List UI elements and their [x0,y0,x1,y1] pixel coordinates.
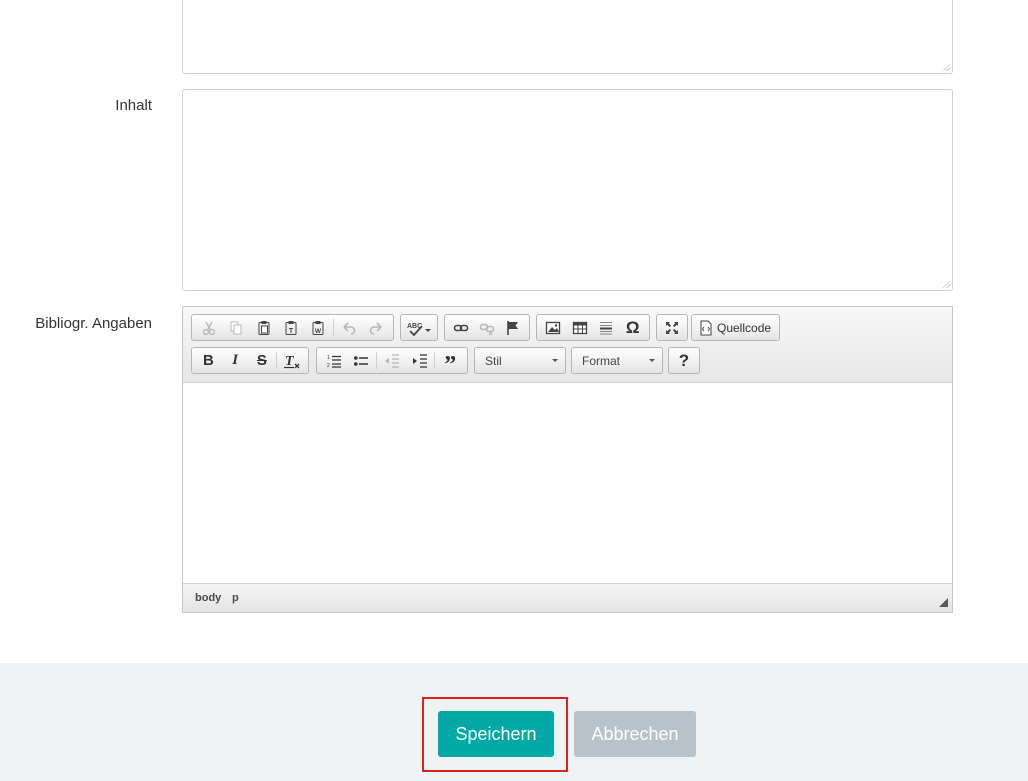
editor-resize-icon[interactable] [939,598,948,607]
blockquote-icon[interactable]: ” [436,348,464,378]
toolbar-separator [333,319,335,336]
insert-toolbar-group: Ω [536,314,650,341]
maximize-toolbar-group [656,314,688,341]
source-toolbar-group: Quellcode [691,314,780,341]
style-dropdown[interactable]: Stil [474,347,566,374]
link-icon[interactable] [448,315,474,340]
paragraph-toolbar-group: 12 ” [316,347,468,378]
maximize-icon[interactable] [658,315,686,340]
italic-icon[interactable]: I [222,348,249,373]
rich-text-editor: T W ABC Ω Quellcode B I S T 1 2 ” Stil F… [182,306,953,613]
inhalt-label: Inhalt [115,97,152,114]
svg-text:2: 2 [327,363,330,369]
svg-text:T: T [289,328,294,335]
save-button[interactable]: Speichern [438,711,554,757]
remove-format-icon[interactable]: T [278,348,305,373]
inhalt-textarea[interactable] [182,89,953,291]
style-dropdown-label: Stil [485,353,502,368]
clipboard-toolbar-group: T W [191,314,394,341]
top-textarea[interactable] [182,0,953,74]
bold-icon[interactable]: B [195,348,222,373]
unlink-icon[interactable] [474,315,500,340]
help-toolbar-group: ? [668,347,700,374]
editor-content-area[interactable] [183,383,952,583]
numbered-list-icon[interactable]: 12 [320,348,348,373]
source-button[interactable]: Quellcode [694,315,777,340]
paste-icon[interactable] [250,315,277,340]
table-icon[interactable] [567,315,594,340]
chevron-down-icon [649,359,655,362]
image-icon[interactable] [540,315,567,340]
horizontal-rule-icon[interactable] [593,315,620,340]
toolbar-separator [376,352,378,369]
chevron-down-icon [552,359,558,362]
source-icon [700,320,712,335]
bibliogr-label: Bibliogr. Angaben [35,315,152,332]
special-char-icon[interactable]: Ω [620,315,647,340]
svg-text:1: 1 [327,355,330,361]
editor-status-bar: body p [183,583,952,612]
paste-word-icon[interactable]: W [305,315,332,340]
bulleted-list-icon[interactable] [348,348,376,373]
indent-icon[interactable] [406,348,434,373]
spellcheck-toolbar-group: ABC [400,314,438,341]
paste-text-icon[interactable]: T [277,315,304,340]
cut-icon[interactable] [195,315,222,340]
anchor-icon[interactable] [500,315,526,340]
svg-text:T: T [285,354,295,369]
editor-toolbar: T W ABC Ω Quellcode B I S T 1 2 ” Stil F… [183,307,952,383]
help-icon[interactable]: ? [670,348,698,373]
copy-icon[interactable] [222,315,249,340]
element-path-p[interactable]: p [232,592,239,604]
top-textarea-resize-grip[interactable] [942,63,950,71]
inhalt-textarea-resize-grip[interactable] [942,280,950,288]
cancel-button[interactable]: Abbrechen [574,711,696,757]
toolbar-separator [276,352,278,369]
format-dropdown-label: Format [582,353,621,368]
undo-icon[interactable] [335,315,362,340]
strikethrough-icon[interactable]: S [249,348,276,373]
spellcheck-icon[interactable]: ABC [403,315,435,340]
svg-text:W: W [315,328,322,335]
outdent-icon[interactable] [378,348,406,373]
element-path-body[interactable]: body [195,592,221,604]
link-toolbar-group [444,314,530,341]
redo-icon[interactable] [363,315,390,340]
source-label: Quellcode [717,320,772,335]
toolbar-separator [434,352,436,369]
format-dropdown[interactable]: Format [571,347,663,374]
basicstyles-toolbar-group: B I S T [191,347,309,374]
page: Inhalt Bibliogr. Angaben T W ABC Ω Quell… [0,0,1028,781]
